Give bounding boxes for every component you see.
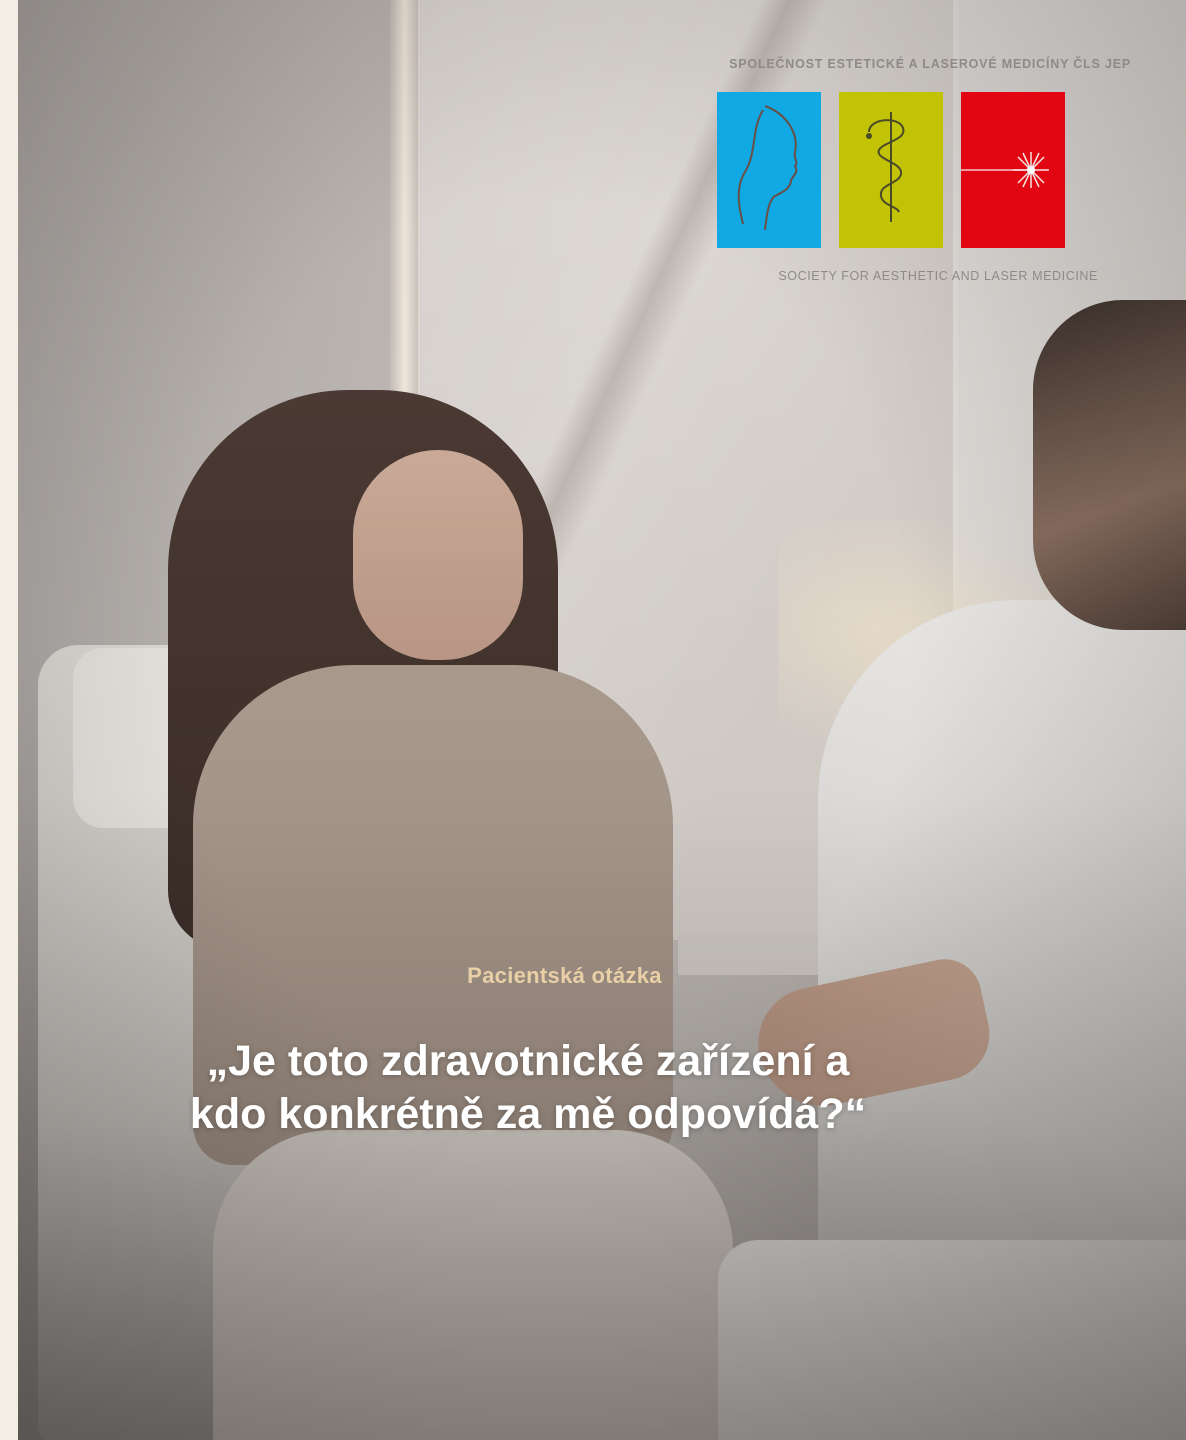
headline-line-2: kdo konkrétně za mě odpovídá?“ (189, 1090, 867, 1139)
logo-box-red (961, 92, 1065, 248)
headline-line-1: „Je toto zdravotnické zařízení a (206, 1037, 850, 1085)
caduceus-icon (866, 112, 905, 222)
logo-bottom-text: SOCIETY FOR AESTHETIC AND LASER MEDICINE (778, 269, 1098, 283)
section-kicker: Pacientská otázka (467, 963, 662, 988)
logo-box-blue (717, 92, 821, 248)
logo-box-lime (839, 92, 943, 248)
hero-photo: SPOLEČNOST ESTETICKÉ A LASEROVÉ MEDICÍNY… (18, 0, 1186, 1440)
headline: „Je toto zdravotnické zařízení a kdo kon… (128, 1035, 928, 1142)
logo-top-text: SPOLEČNOST ESTETICKÉ A LASEROVÉ MEDICÍNY… (729, 57, 1131, 71)
face-profile-icon (737, 105, 798, 231)
laser-icon (961, 152, 1049, 188)
page-edge-strip (0, 0, 18, 1440)
